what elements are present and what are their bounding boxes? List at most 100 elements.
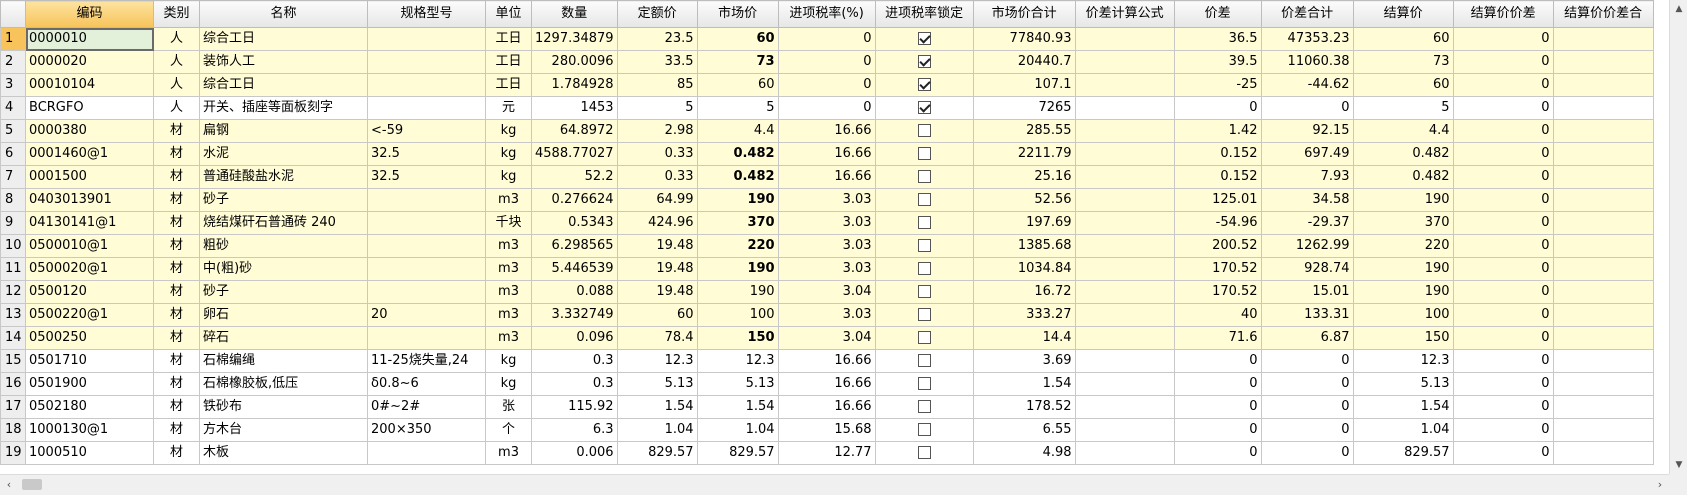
cell-sdiff[interactable]: 0 (1452, 303, 1554, 327)
cell-sdifftotal[interactable] (1552, 303, 1654, 327)
cell-settle[interactable]: 190 (1352, 280, 1454, 304)
checkbox-checked-icon[interactable] (917, 78, 931, 91)
cell-sdifftotal[interactable] (1552, 234, 1654, 258)
cell-cat[interactable]: 材 (153, 326, 200, 350)
cell-market[interactable]: 4.4 (696, 119, 779, 143)
cell-spec[interactable]: 32.5 (367, 165, 486, 189)
cell-mtotal[interactable]: 333.27 (972, 303, 1076, 327)
cell-qty[interactable]: 52.2 (531, 165, 618, 189)
column-header-unit[interactable]: 单位 (485, 0, 532, 28)
cell-unit[interactable]: m3 (485, 234, 532, 258)
cell-quota[interactable]: 1.04 (616, 418, 698, 442)
column-header-diff-formula[interactable]: 价差计算公式 (1074, 0, 1175, 28)
cell-sdiff[interactable]: 0 (1452, 165, 1554, 189)
cell-market[interactable]: 100 (696, 303, 779, 327)
cell-formula[interactable] (1074, 188, 1175, 212)
cell-unit[interactable]: m3 (485, 280, 532, 304)
cell-qty[interactable]: 0.3 (531, 372, 618, 396)
checkbox-unchecked-icon[interactable] (917, 308, 931, 321)
cell-formula[interactable] (1074, 142, 1175, 166)
scroll-left-icon[interactable]: ‹ (0, 475, 18, 495)
checkbox-unchecked-icon[interactable] (917, 147, 931, 160)
cell-settle[interactable]: 4.4 (1352, 119, 1454, 143)
cell-quota[interactable]: 19.48 (616, 280, 698, 304)
cell-code[interactable]: 0502180 (25, 395, 154, 419)
cell-sdifftotal[interactable] (1552, 27, 1654, 51)
row-number[interactable]: 3 (0, 73, 26, 97)
column-header-category[interactable]: 类别 (153, 0, 200, 28)
cell-spec[interactable]: 11-25烧失量,24 (367, 349, 486, 373)
scroll-up-icon[interactable]: ▲ (1670, 0, 1687, 18)
cell-sdiff[interactable]: 0 (1452, 73, 1554, 97)
cell-formula[interactable] (1074, 165, 1175, 189)
cell-qty[interactable]: 280.0096 (531, 50, 618, 74)
cell-tax[interactable]: 3.03 (777, 257, 876, 281)
cell-code[interactable]: 04130141@1 (25, 211, 154, 235)
cell-spec[interactable] (367, 188, 486, 212)
scroll-down-icon[interactable]: ▼ (1670, 456, 1687, 474)
cell-qty[interactable]: 1297.34879 (531, 27, 618, 51)
table-row[interactable]: 15 0501710 材石棉编绳 11-25烧失量,24 kg 0.3 12.3 12.3 16… (0, 349, 1654, 373)
cell-formula[interactable] (1074, 27, 1175, 51)
cell-formula[interactable] (1074, 50, 1175, 74)
cell-unit[interactable]: 张 (485, 395, 532, 419)
cell-settle[interactable]: 1.04 (1352, 418, 1454, 442)
cell-tax-lock[interactable] (874, 418, 974, 442)
cell-unit[interactable]: m3 (485, 441, 532, 465)
cell-tax[interactable]: 0 (777, 96, 876, 120)
cell-unit[interactable]: 工日 (485, 50, 532, 74)
cell-code[interactable]: 00010104 (25, 73, 154, 97)
cell-tax-lock[interactable] (874, 441, 974, 465)
cell-sdiff[interactable]: 0 (1452, 50, 1554, 74)
cell-code[interactable]: 0500120 (25, 280, 154, 304)
cell-diff[interactable]: 170.52 (1173, 257, 1262, 281)
cell-sdifftotal[interactable] (1552, 73, 1654, 97)
cell-code[interactable]: 0501710 (25, 349, 154, 373)
cell-name[interactable]: 碎石 (199, 326, 368, 350)
cell-tax[interactable]: 3.04 (777, 280, 876, 304)
cell-name[interactable]: 铁砂布 (199, 395, 368, 419)
cell-cat[interactable]: 材 (153, 349, 200, 373)
cell-tax[interactable]: 0 (777, 27, 876, 51)
cell-tax[interactable]: 0 (777, 50, 876, 74)
cell-name[interactable]: 综合工日 (199, 73, 368, 97)
table-row[interactable]: 9 04130141@1 材烧结煤矸石普通砖 240 千块 0.5343 424.96 37… (0, 211, 1654, 235)
horizontal-scrollbar[interactable]: ‹ › (0, 474, 1669, 495)
cell-tax-lock[interactable] (874, 372, 974, 396)
cell-name[interactable]: 开关、插座等面板刻字 (199, 96, 368, 120)
row-number[interactable]: 2 (0, 50, 26, 74)
column-header-diff-total[interactable]: 价差合计 (1260, 0, 1354, 28)
cell-name[interactable]: 木板 (199, 441, 368, 465)
table-row[interactable]: 2 0000020 人装饰人工 工日 280.0096 33.5 73 0 20440.7 39.… (0, 50, 1654, 74)
cell-market[interactable]: 1.04 (696, 418, 779, 442)
cell-sdiff[interactable]: 0 (1452, 280, 1554, 304)
cell-mtotal[interactable]: 16.72 (972, 280, 1076, 304)
column-header-settle-price[interactable]: 结算价 (1352, 0, 1454, 28)
cell-spec[interactable]: <-59 (367, 119, 486, 143)
cell-cat[interactable]: 材 (153, 234, 200, 258)
cell-sdifftotal[interactable] (1552, 418, 1654, 442)
table-row[interactable]: 17 0502180 材铁砂布 0#~2# 张 115.92 1.54 1.54 16.66 17… (0, 395, 1654, 419)
cell-qty[interactable]: 1.784928 (531, 73, 618, 97)
cell-difftotal[interactable]: 47353.23 (1260, 27, 1354, 51)
cell-cat[interactable]: 人 (153, 73, 200, 97)
cell-sdiff[interactable]: 0 (1452, 441, 1554, 465)
table-row[interactable]: 19 1000510 材木板 m3 0.006 829.57 829.57 12.77 4.98… (0, 441, 1654, 465)
cell-diff[interactable]: 1.42 (1173, 119, 1262, 143)
checkbox-unchecked-icon[interactable] (917, 446, 931, 459)
cell-spec[interactable] (367, 441, 486, 465)
checkbox-unchecked-icon[interactable] (917, 331, 931, 344)
checkbox-checked-icon[interactable] (917, 32, 931, 45)
table-row[interactable]: 7 0001500 材普通硅酸盐水泥 32.5 kg 52.2 0.33 0.482 16.66… (0, 165, 1654, 189)
cell-unit[interactable]: 工日 (485, 27, 532, 51)
cell-tax-lock[interactable] (874, 257, 974, 281)
cell-diff[interactable]: 0 (1173, 372, 1262, 396)
cell-market[interactable]: 190 (696, 280, 779, 304)
cell-spec[interactable] (367, 326, 486, 350)
cell-spec[interactable] (367, 211, 486, 235)
cell-cat[interactable]: 材 (153, 441, 200, 465)
cell-market[interactable]: 0.482 (696, 165, 779, 189)
cell-mtotal[interactable]: 1.54 (972, 372, 1076, 396)
column-header-market-total[interactable]: 市场价合计 (972, 0, 1076, 28)
cell-diff[interactable]: -54.96 (1173, 211, 1262, 235)
